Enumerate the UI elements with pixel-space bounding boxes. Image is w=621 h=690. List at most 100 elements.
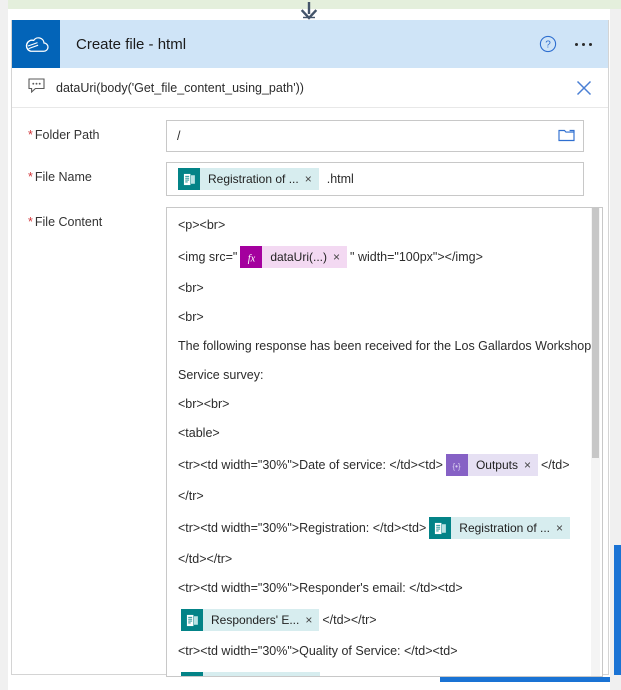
editor-line: <p><br> [178,217,591,234]
editor-text-segment: <br> [178,310,204,324]
token-body: How was the q...× [203,672,320,677]
file-name-label: * File Name [28,162,166,184]
editor-text-segment: </td></tr> [322,612,377,627]
editor-text-segment: </td> [541,457,570,472]
editor-line: <tr><td width="30%">Registration: </td><… [178,517,591,539]
editor-line: <br> [178,280,591,297]
comment-bubble-icon [28,77,45,98]
microsoft-forms-icon [181,672,203,676]
outputs-code-icon: {•} [445,454,468,476]
more-ellipsis-icon[interactable] [573,37,594,52]
editor-text-segment: </td></tr> [178,552,233,566]
token-label: How was the q... [203,675,306,677]
token-label: Responders' E... [211,612,300,627]
dynamic-content-token[interactable]: Responders' E... × [181,609,320,631]
token-body: Registration of ... × [451,517,571,539]
editor-text-segment: <table> [178,426,220,440]
expression-fx-icon: fx [240,246,263,268]
editor-scrollbar[interactable] [591,208,601,676]
folder-path-control: / [166,120,584,152]
expression-comment-text: dataUri(body('Get_file_content_using_pat… [56,80,304,95]
editor-line: <tr><td width="30%">Date of service: </t… [178,454,591,476]
folder-path-label-text: Folder Path [34,128,100,142]
folder-path-row: * Folder Path / [12,120,608,152]
folder-path-label: * Folder Path [28,120,166,142]
folder-path-input[interactable]: / [166,120,584,152]
required-asterisk: * [28,170,33,184]
page-background-left-strip [0,0,8,690]
token-remove-icon[interactable]: × [333,251,347,263]
editor-line: <table> [178,425,591,442]
file-name-input[interactable]: Registration of ... × .html [166,162,584,196]
token-remove-icon[interactable]: × [524,459,538,471]
editor-scrollbar-thumb[interactable] [592,208,600,458]
editor-text-segment: <br><br> [178,397,230,411]
folder-path-value: / [177,129,181,143]
editor-text-segment: </td></tr> [323,675,377,677]
microsoft-forms-icon [429,517,452,539]
chevron-down-arrow-icon [298,1,320,21]
onedrive-cloud-icon [12,20,60,68]
editor-text-segment: Service survey: [178,368,264,382]
token-remove-icon[interactable]: × [305,614,319,626]
svg-text:{•}: {•} [453,461,461,470]
dynamic-content-token[interactable]: Registration of ... × [178,168,319,190]
microsoft-forms-icon [178,168,200,190]
required-asterisk: * [28,215,33,229]
dynamic-content-token[interactable]: Registration of ... × [429,517,571,539]
editor-text-segment: <br> [178,281,204,295]
editor-line: <br><br> [178,396,591,413]
action-card: Create file - html ? dataUri(body('Get_f… [11,20,609,677]
file-name-label-text: File Name [34,170,92,184]
token-body: dataUri(...) × [262,246,348,268]
token-body: Outputs × [467,454,538,476]
editor-line: <tr><td width="30%">Responder's email: <… [178,580,591,597]
editor-text-segment: <tr><td width="30%">Registration: </td><… [178,520,427,535]
token-label: Registration of ... [208,172,299,186]
file-content-row: * File Content <p><br> <img src=" fx dataUri… [12,207,608,677]
file-content-editor[interactable]: <p><br> <img src=" fx dataUri(...) × " width=… [166,207,604,677]
editor-line: Service survey: [178,367,591,384]
dynamic-content-token[interactable]: {•} Outputs × [445,454,538,476]
editor-line: </td></tr> [178,551,591,568]
create-file-action-card-screen: Create file - html ? dataUri(body('Get_f… [0,0,621,690]
token-label: Outputs [475,457,518,472]
editor-text-segment: <img src=" [178,249,238,264]
header-actions: ? [539,35,608,53]
editor-line: </tr> [178,488,591,505]
token-body: Registration of ... × [200,168,319,190]
action-card-header[interactable]: Create file - html ? [12,20,608,68]
editor-text-segment: " width="100px"></img> [350,249,483,264]
dynamic-content-token[interactable]: How was the q...× [181,672,320,677]
file-name-row: * File Name Registration of ... × .html [12,162,608,196]
dynamic-content-token[interactable]: fx dataUri(...) × [240,246,348,268]
file-name-control: Registration of ... × .html [166,162,584,196]
page-horizontal-scrollbar[interactable] [440,677,610,682]
token-remove-icon[interactable]: × [556,522,570,534]
file-content-label: * File Content [28,207,166,229]
editor-line: <img src=" fx dataUri(...) × " width="100px"… [178,246,591,268]
editor-text-segment: <tr><td width="30%">Responder's email: <… [178,581,463,595]
editor-line: The following response has been received… [178,338,591,355]
required-asterisk: * [28,128,33,142]
microsoft-forms-icon [181,609,203,631]
editor-line: <tr><td width="30%">Quality of Service: … [178,643,591,660]
file-content-control: <p><br> <img src=" fx dataUri(...) × " width=… [166,207,604,677]
editor-line: Responders' E... × </td></tr> [178,609,591,631]
file-content-label-text: File Content [34,215,103,229]
action-card-title: Create file - html [76,35,187,53]
close-x-icon[interactable] [574,78,594,98]
editor-text-segment: </tr> [178,489,204,503]
token-remove-icon[interactable]: × [305,173,319,185]
token-body: Responders' E... × [203,609,320,631]
folder-picker-icon[interactable] [558,127,575,145]
svg-text:fx: fx [248,253,256,264]
expression-comment-row: dataUri(body('Get_file_content_using_pat… [12,68,608,108]
editor-text-segment: The following response has been received… [178,339,592,353]
editor-text-segment: <tr><td width="30%">Date of service: </t… [178,457,443,472]
token-label: Registration of ... [459,520,550,535]
page-vertical-scrollbar[interactable] [614,545,621,675]
help-question-icon[interactable]: ? [539,35,557,53]
editor-text-segment: <tr><td width="30%">Quality of Service: … [178,644,458,658]
editor-text-segment: <p><br> [178,218,226,232]
